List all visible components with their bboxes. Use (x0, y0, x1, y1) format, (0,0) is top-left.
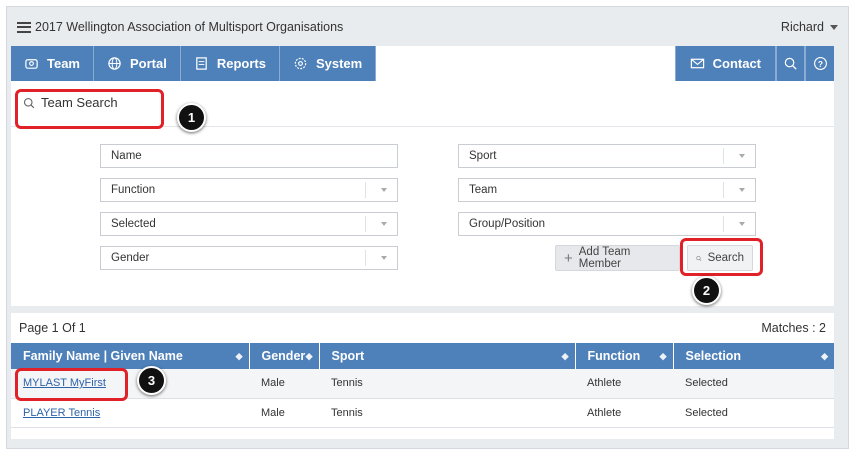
function-select[interactable]: Function (100, 178, 398, 202)
main-nav: Team Portal Reports System Contact ? (11, 46, 834, 81)
callout-badge-2: 2 (692, 276, 721, 305)
cell-function: Athlete (575, 398, 673, 428)
results-bar: Page 1 Of 1 Matches : 2 (11, 313, 834, 343)
column-header-function[interactable]: Function ◆ (575, 343, 674, 369)
column-label: Selection (685, 349, 742, 363)
cell-function: Athlete (575, 369, 673, 399)
highlight-team-search (15, 89, 164, 129)
table-row: PLAYER Tennis Male Tennis Athlete Select… (11, 398, 834, 428)
column-label: Sport (331, 349, 365, 363)
column-header-selection[interactable]: Selection ◆ (673, 343, 834, 369)
table-row: MYLAST MyFirst Male Tennis Athlete Selec… (11, 369, 834, 399)
column-header-name[interactable]: Family Name | Given Name ◆ (11, 343, 250, 369)
results-table: Family Name | Given Name ◆ Gender ◆ Sport ◆… (11, 343, 834, 428)
nav-item-team[interactable]: Team (11, 46, 94, 81)
chevron-down-icon (830, 24, 838, 30)
gear-icon (294, 57, 307, 70)
sport-select[interactable]: Sport (458, 144, 756, 168)
column-header-gender[interactable]: Gender ◆ (249, 343, 320, 369)
chevron-down-icon (723, 148, 745, 164)
user-menu[interactable]: Richard (781, 20, 838, 34)
results-panel: Page 1 Of 1 Matches : 2 Family Name | Gi… (11, 313, 834, 439)
callout-badge-1: 1 (177, 103, 206, 132)
nav-label: Team (47, 56, 80, 71)
add-team-member-button[interactable]: + Add Team Member (555, 245, 680, 271)
cell-sport: Tennis (319, 369, 575, 399)
name-placeholder: Name (111, 150, 142, 162)
nav-help-button[interactable]: ? (805, 46, 834, 81)
nav-item-reports[interactable]: Reports (181, 46, 280, 81)
callout-badge-3: 3 (137, 366, 166, 395)
nav-item-portal[interactable]: Portal (94, 46, 181, 81)
team-value: Team (469, 184, 498, 196)
nav-label: Contact (712, 56, 761, 71)
member-link[interactable]: PLAYER Tennis (23, 407, 100, 419)
nav-item-system[interactable]: System (280, 46, 377, 81)
cell-gender: Male (249, 398, 319, 428)
name-input[interactable]: Name (100, 144, 398, 168)
cell-sport: Tennis (319, 398, 575, 428)
org-title: 2017 Wellington Association of Multispor… (35, 20, 344, 34)
top-bar: 2017 Wellington Association of Multispor… (7, 7, 848, 47)
chevron-down-icon (723, 182, 745, 198)
table-header-row: Family Name | Given Name ◆ Gender ◆ Sport ◆… (11, 343, 834, 369)
user-name: Richard (780, 20, 824, 34)
nav-right-group: Contact ? (674, 46, 834, 81)
column-label: Family Name | Given Name (23, 349, 183, 363)
nav-label: System (315, 56, 363, 71)
envelope-icon (690, 58, 704, 69)
column-header-sport[interactable]: Sport ◆ (319, 343, 576, 369)
nav-item-contact[interactable]: Contact (674, 46, 776, 81)
globe-icon (108, 57, 121, 70)
nav-search-button[interactable] (776, 46, 805, 81)
chevron-down-icon (365, 216, 387, 232)
help-icon: ? (813, 57, 827, 70)
search-icon (784, 57, 797, 70)
selected-select[interactable]: Selected (100, 212, 398, 236)
chevron-down-icon (365, 250, 387, 266)
selected-value: Selected (111, 218, 156, 230)
cell-selection: Selected (673, 398, 834, 428)
group-position-select[interactable]: Group/Position (458, 212, 756, 236)
function-value: Function (111, 184, 156, 196)
sport-value: Sport (469, 150, 497, 162)
match-count: Matches : 2 (761, 321, 826, 335)
cell-name: PLAYER Tennis (11, 398, 249, 428)
column-label: Function (587, 349, 641, 363)
report-icon (196, 57, 207, 70)
chevron-down-icon (365, 182, 387, 198)
highlight-first-result (15, 368, 128, 401)
column-label: Gender (261, 349, 306, 363)
group-position-value: Group/Position (469, 218, 546, 230)
nav-label: Reports (216, 56, 266, 71)
nav-spacer (376, 46, 675, 81)
menu-icon (17, 21, 31, 33)
sort-icon: ◆ (235, 351, 243, 361)
svg-text:?: ? (817, 59, 822, 69)
team-select[interactable]: Team (458, 178, 756, 202)
gender-select[interactable]: Gender (100, 246, 398, 270)
cell-gender: Male (249, 369, 319, 399)
cell-selection: Selected (673, 369, 834, 399)
nav-label: Portal (130, 56, 167, 71)
gender-value: Gender (111, 252, 150, 264)
plus-icon: + (564, 249, 573, 267)
sort-icon: ◆ (821, 351, 828, 361)
highlight-search-button (680, 238, 763, 276)
chevron-down-icon (723, 216, 745, 232)
add-member-label: Add Team Member (578, 246, 631, 270)
sort-icon: ◆ (659, 351, 667, 361)
sort-icon: ◆ (561, 351, 569, 361)
team-icon (25, 59, 38, 69)
page-info: Page 1 Of 1 (19, 321, 86, 335)
sort-icon: ◆ (305, 351, 313, 361)
